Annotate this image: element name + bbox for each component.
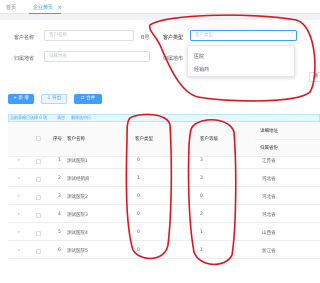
cell-province: 河北省	[262, 195, 276, 200]
header-province: 归属省份	[260, 146, 278, 151]
cell-level: 1	[200, 248, 203, 253]
dropdown-option-distributor[interactable]: 经销商	[194, 66, 209, 73]
select-all-checkbox[interactable]	[36, 136, 41, 141]
row-checkbox[interactable]	[36, 177, 41, 182]
cell-type: 0	[137, 248, 140, 253]
cell-seq: 1	[58, 158, 61, 163]
expand-row-icon[interactable]: ›	[18, 176, 20, 181]
city-label: 归属地市	[163, 56, 184, 62]
header-name: 客户名称	[67, 137, 85, 142]
expand-row-icon[interactable]: ›	[18, 248, 20, 253]
row-divider	[8, 222, 320, 223]
customer-name-label: 客户名称	[14, 35, 35, 41]
cell-type: 0	[137, 212, 140, 217]
row-checkbox[interactable]	[36, 159, 41, 164]
delete-selected-link[interactable]: 删除选中行	[71, 115, 91, 121]
row-divider	[8, 186, 320, 187]
cell-level: 3	[200, 176, 203, 181]
customer-type-dropdown: 医院 经销商	[187, 45, 295, 77]
export-label: 导出	[52, 96, 62, 101]
cell-type: 1	[137, 176, 140, 181]
cell-level: 3	[200, 158, 203, 163]
cell-province: 浙江省	[262, 249, 276, 254]
add-button[interactable]: + 新 增	[8, 94, 34, 104]
cell-type: 0	[137, 194, 140, 199]
customer-type-placeholder: 客户类型	[195, 33, 213, 38]
cell-type: 0	[137, 230, 140, 235]
cell-name: 测试医院5	[67, 249, 88, 254]
cell-name: 测试医院3	[67, 213, 88, 218]
cell-level: 0	[200, 194, 203, 199]
cell-level: 2	[200, 212, 203, 217]
cell-seq: 2	[58, 176, 61, 181]
row-checkbox[interactable]	[36, 213, 41, 218]
header-divider	[255, 139, 320, 140]
header-seq: 序号	[53, 137, 62, 142]
cell-province: 河北省	[262, 213, 276, 218]
merge-icon: ⇄	[80, 96, 85, 101]
cell-province: 山西省	[262, 231, 276, 236]
tab-home[interactable]: 首页	[6, 4, 16, 11]
row-checkbox[interactable]	[36, 231, 41, 236]
tab-yellow-pages[interactable]: 企业黄页 ×	[33, 4, 62, 11]
cell-name: 测试医院2	[67, 195, 88, 200]
expand-row-icon[interactable]: ›	[18, 194, 20, 199]
merge-label: 合并	[86, 96, 96, 101]
cell-province: 河北省	[262, 177, 276, 182]
selection-text: 当前表格已选择 0 项	[10, 115, 48, 120]
customer-name-input[interactable]: 客户名称	[44, 30, 134, 41]
cell-seq: 3	[58, 194, 61, 199]
tab-close-icon[interactable]: ×	[58, 5, 62, 11]
expand-row-icon[interactable]: ›	[18, 212, 20, 217]
partial-label: B号	[141, 35, 150, 41]
row-divider	[8, 204, 320, 205]
export-icon: ⇩	[46, 96, 51, 101]
reset-button[interactable]: 重	[309, 72, 320, 82]
row-checkbox[interactable]	[36, 195, 41, 200]
chevron-up-icon: ⌃	[290, 32, 295, 38]
expand-row-icon[interactable]: ›	[18, 230, 20, 235]
row-divider	[8, 258, 320, 259]
cell-type: 0	[137, 158, 140, 163]
dropdown-option-hospital[interactable]: 医院	[194, 53, 204, 60]
clear-selection-link[interactable]: 清空	[57, 115, 65, 121]
chevron-down-icon: ⌄	[143, 53, 148, 59]
header-detail-group: 详细地址	[260, 129, 278, 134]
selection-info-bar	[8, 114, 320, 122]
region-select[interactable]: 归属地省	[44, 51, 150, 62]
tab-yellow-pages-label: 企业黄页	[33, 5, 54, 11]
row-checkbox[interactable]	[36, 249, 41, 254]
cell-seq: 6	[58, 248, 61, 253]
region-placeholder: 归属地省	[49, 54, 67, 59]
region-label: 归属地省	[14, 56, 35, 62]
cell-name: 测试医院4	[67, 231, 88, 236]
merge-button[interactable]: ⇄ 合并	[74, 94, 102, 104]
cell-seq: 4	[58, 212, 61, 217]
customer-type-select[interactable]: 客户类型	[190, 30, 297, 41]
customer-type-label: 客户类型	[163, 35, 184, 41]
cell-level: 1	[200, 230, 203, 235]
header-separator	[0, 14, 320, 20]
row-divider	[8, 168, 320, 169]
header-type: 客户类型	[135, 137, 153, 142]
cell-province: 江苏省	[262, 159, 276, 164]
expand-row-icon[interactable]: ›	[18, 158, 20, 163]
cell-name: 测试医院1	[67, 159, 88, 164]
row-divider	[8, 240, 320, 241]
header-level: 客户等级	[200, 137, 218, 142]
cell-seq: 5	[58, 230, 61, 235]
cell-name: 测试经销商	[67, 177, 90, 182]
export-button[interactable]: ⇩ 导出	[41, 94, 67, 104]
